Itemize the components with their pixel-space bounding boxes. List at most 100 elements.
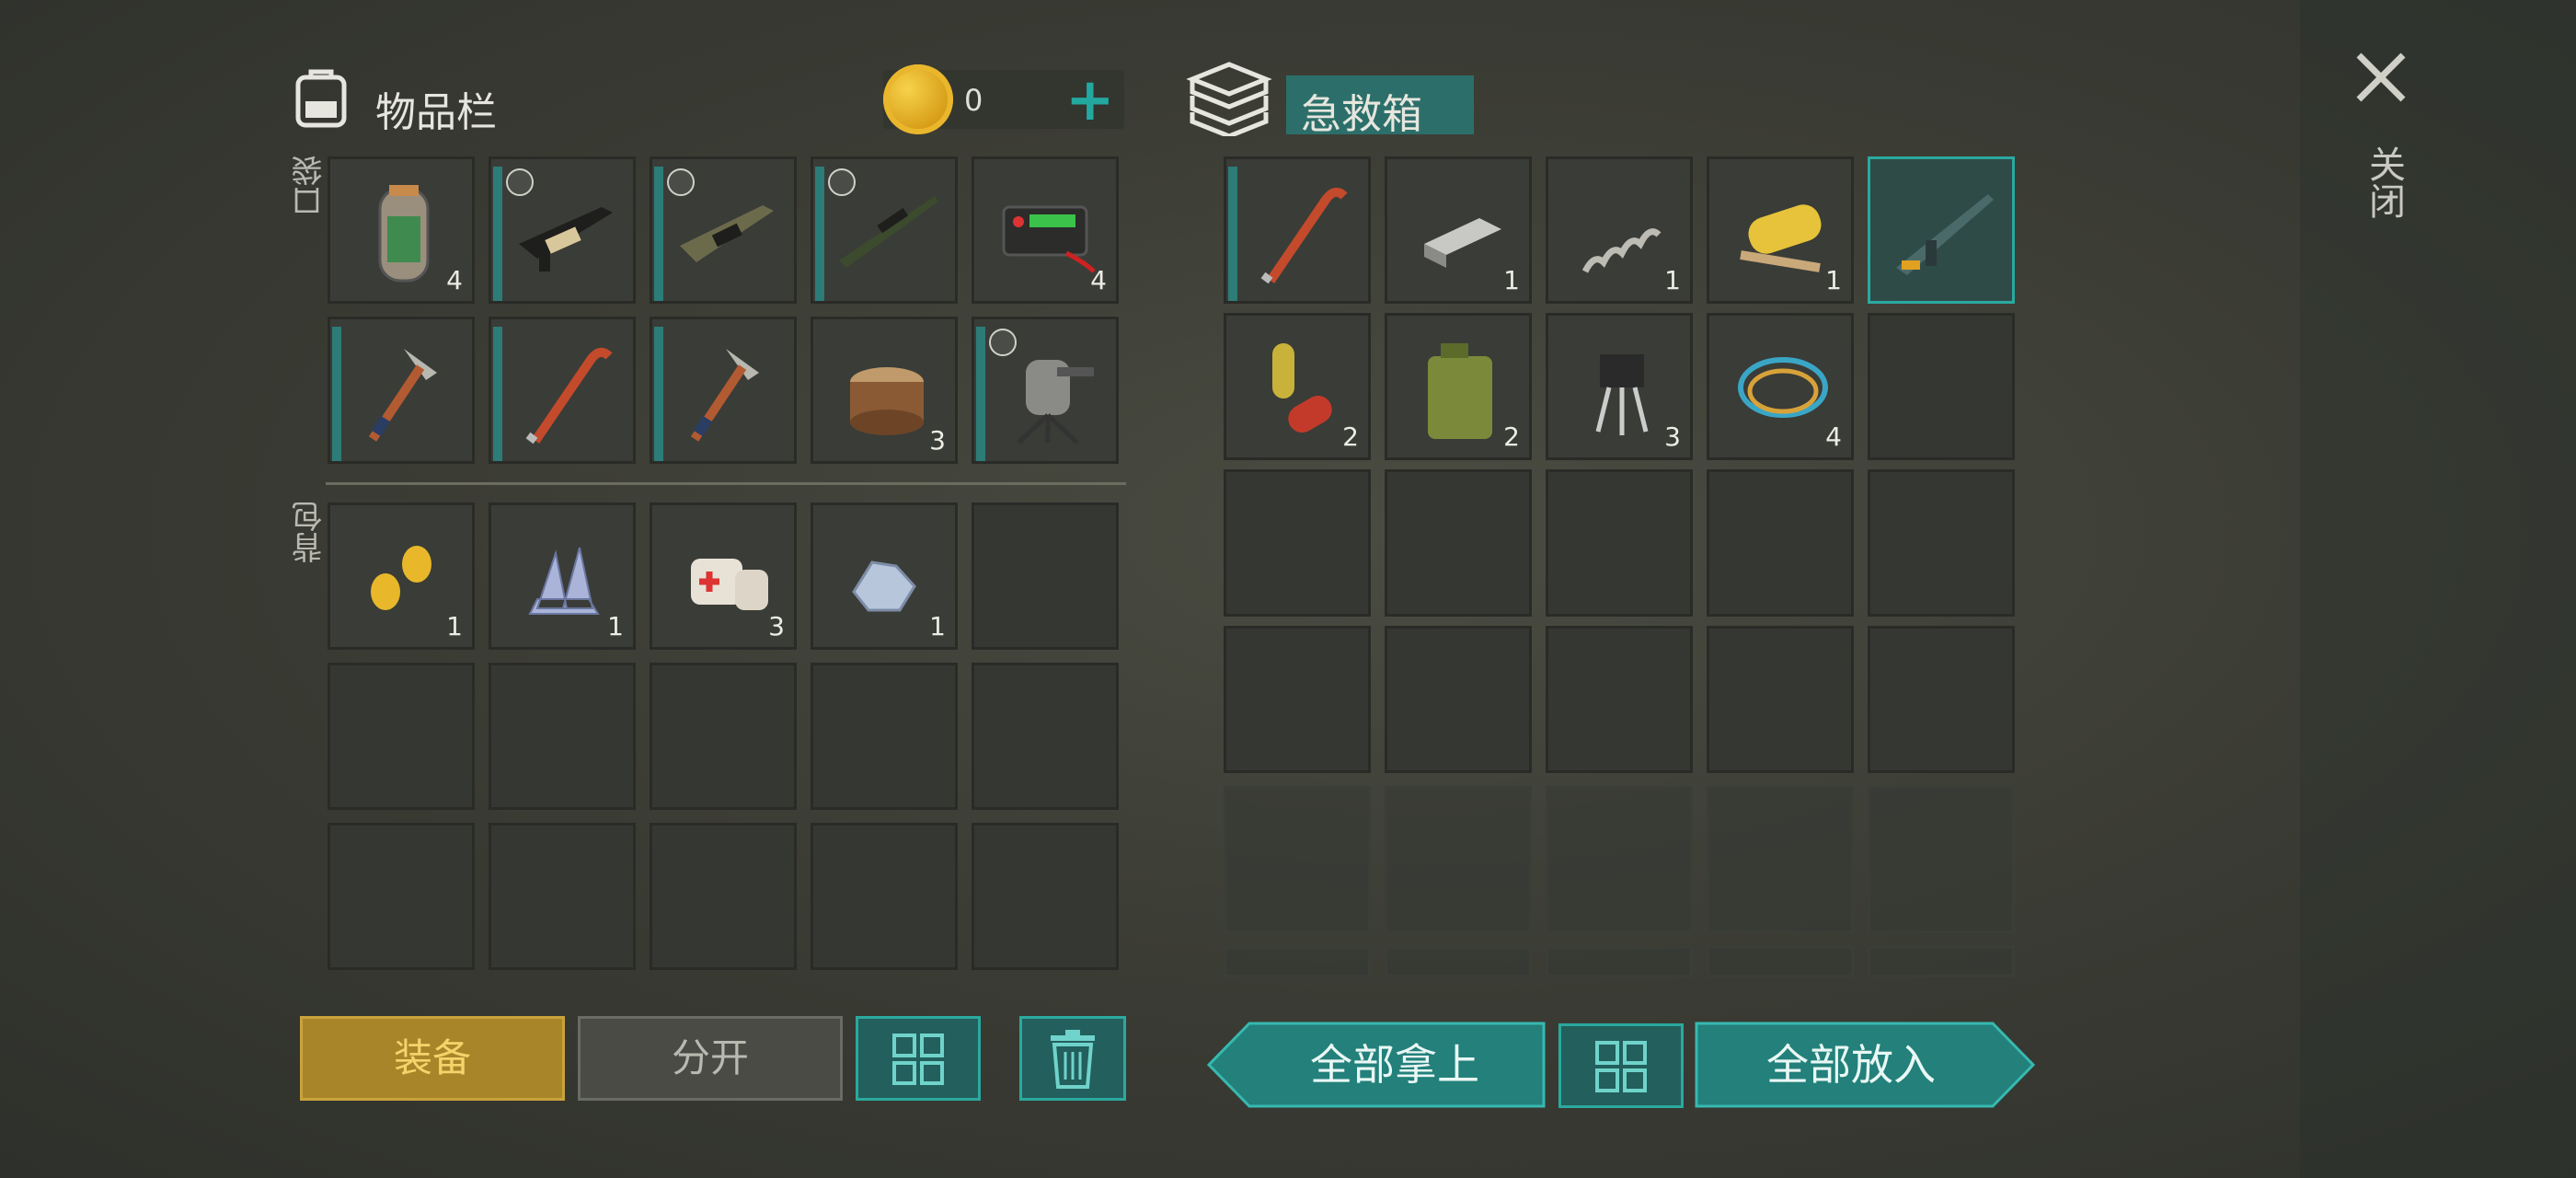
item-count: 1: [1825, 265, 1842, 295]
empty-slot[interactable]: [1868, 786, 2015, 933]
empty-slot[interactable]: [972, 663, 1119, 810]
item-slot[interactable]: [972, 317, 1119, 464]
empty-slot[interactable]: [1707, 946, 1854, 977]
item-slot[interactable]: 1: [1385, 156, 1532, 304]
jerry-can-icon: [1428, 343, 1492, 439]
empty-slot[interactable]: [1546, 626, 1693, 773]
empty-slot[interactable]: [1546, 946, 1693, 977]
item-count: 3: [929, 425, 946, 456]
item-slot[interactable]: [1868, 156, 2015, 304]
coin-icon: [883, 64, 953, 134]
empty-slot[interactable]: [1385, 469, 1532, 617]
empty-slot[interactable]: [811, 823, 958, 970]
item-slot[interactable]: 2: [1385, 313, 1532, 460]
empty-slot[interactable]: [1224, 626, 1371, 773]
empty-slot[interactable]: [972, 823, 1119, 970]
delete-button[interactable]: [1019, 1016, 1126, 1101]
item-count: 4: [1090, 265, 1107, 295]
camo-rifle-icon: [680, 205, 774, 262]
inventory-title: 物品栏: [375, 89, 497, 136]
empty-slot[interactable]: [489, 663, 636, 810]
item-slot[interactable]: 1: [1707, 156, 1854, 304]
empty-slot[interactable]: [1546, 786, 1693, 933]
item-slot[interactable]: 3: [650, 502, 797, 650]
transistor-icon: [1595, 354, 1649, 435]
empty-slot[interactable]: [1707, 626, 1854, 773]
item-count: 4: [446, 265, 463, 295]
metal-ore-icon: [852, 560, 916, 612]
take-all-label[interactable]: 全部拿上: [1257, 1023, 1533, 1106]
empty-slot[interactable]: [1868, 469, 2015, 617]
backpack-label: 背包: [292, 501, 328, 563]
split-button[interactable]: 分开: [578, 1016, 843, 1101]
item-slot[interactable]: 4: [328, 156, 475, 304]
item-count: 4: [1825, 422, 1842, 452]
empty-slot[interactable]: [1385, 786, 1532, 933]
empty-slot[interactable]: [1868, 946, 2015, 977]
add-coins-button[interactable]: +: [1065, 66, 1115, 134]
item-slot[interactable]: 1: [328, 502, 475, 650]
empty-slot[interactable]: [972, 502, 1119, 650]
metal-bar-icon: [1424, 218, 1501, 268]
crowbar-icon: [1260, 187, 1348, 284]
pickaxe-icon: [690, 349, 759, 442]
item-slot[interactable]: 1: [811, 502, 958, 650]
empty-slot[interactable]: [1224, 946, 1371, 977]
empty-slot[interactable]: [1868, 626, 2015, 773]
empty-slot[interactable]: [328, 823, 475, 970]
close-label[interactable]: 关闭: [2357, 145, 2410, 219]
empty-slot[interactable]: [1546, 469, 1693, 617]
empty-slot[interactable]: [650, 663, 797, 810]
durability-bar: [654, 327, 663, 461]
right-strip: [2300, 0, 2576, 1178]
crystal-icon: [528, 547, 600, 615]
item-slot[interactable]: [1224, 156, 1371, 304]
empty-slot[interactable]: [1707, 786, 1854, 933]
empty-slot[interactable]: [1707, 469, 1854, 617]
empty-slot[interactable]: [489, 823, 636, 970]
item-slot[interactable]: 1: [1546, 156, 1693, 304]
item-count: 2: [1503, 422, 1520, 452]
section-divider: [326, 482, 1126, 485]
trash-icon: [1051, 1030, 1095, 1089]
item-count: 1: [1664, 265, 1681, 295]
equip-button[interactable]: 装备: [300, 1016, 565, 1101]
durability-bar: [976, 327, 985, 461]
item-count: 3: [768, 611, 785, 641]
durability-bar: [1228, 167, 1237, 301]
close-icon[interactable]: [2352, 48, 2410, 107]
item-slot[interactable]: 3: [811, 317, 958, 464]
empty-slot[interactable]: [1868, 313, 2015, 460]
item-slot[interactable]: 4: [1707, 313, 1854, 460]
coin-counter: 0 +: [883, 64, 1124, 134]
empty-slot[interactable]: [650, 823, 797, 970]
battery-icon: [1002, 205, 1096, 273]
oxygen-canister-icon: [378, 185, 430, 283]
empty-slot[interactable]: [1224, 786, 1371, 933]
empty-slot[interactable]: [328, 663, 475, 810]
item-count: 1: [929, 611, 946, 641]
empty-slot[interactable]: [1385, 946, 1532, 977]
empty-slot[interactable]: [1385, 626, 1532, 773]
item-slot[interactable]: 4: [972, 156, 1119, 304]
item-slot[interactable]: [650, 317, 797, 464]
spring-icon: [1581, 228, 1662, 273]
durability-bar: [654, 167, 663, 301]
container-sort-button[interactable]: [1558, 1023, 1684, 1108]
item-slot[interactable]: 3: [1546, 313, 1693, 460]
empty-slot[interactable]: [1224, 469, 1371, 617]
item-slot[interactable]: [811, 156, 958, 304]
item-slot[interactable]: [328, 317, 475, 464]
item-slot[interactable]: 2: [1224, 313, 1371, 460]
pills-icon: [1272, 343, 1332, 433]
empty-slot[interactable]: [811, 663, 958, 810]
sort-button[interactable]: [856, 1016, 981, 1101]
durability-bar: [493, 167, 502, 301]
item-slot[interactable]: 1: [489, 502, 636, 650]
grid-sort-icon: [892, 1034, 944, 1085]
item-slot[interactable]: [489, 156, 636, 304]
item-slot[interactable]: [489, 317, 636, 464]
item-slot[interactable]: [650, 156, 797, 304]
put-all-label[interactable]: 全部放入: [1713, 1023, 1989, 1106]
container-title: 急救箱: [1301, 91, 1422, 138]
